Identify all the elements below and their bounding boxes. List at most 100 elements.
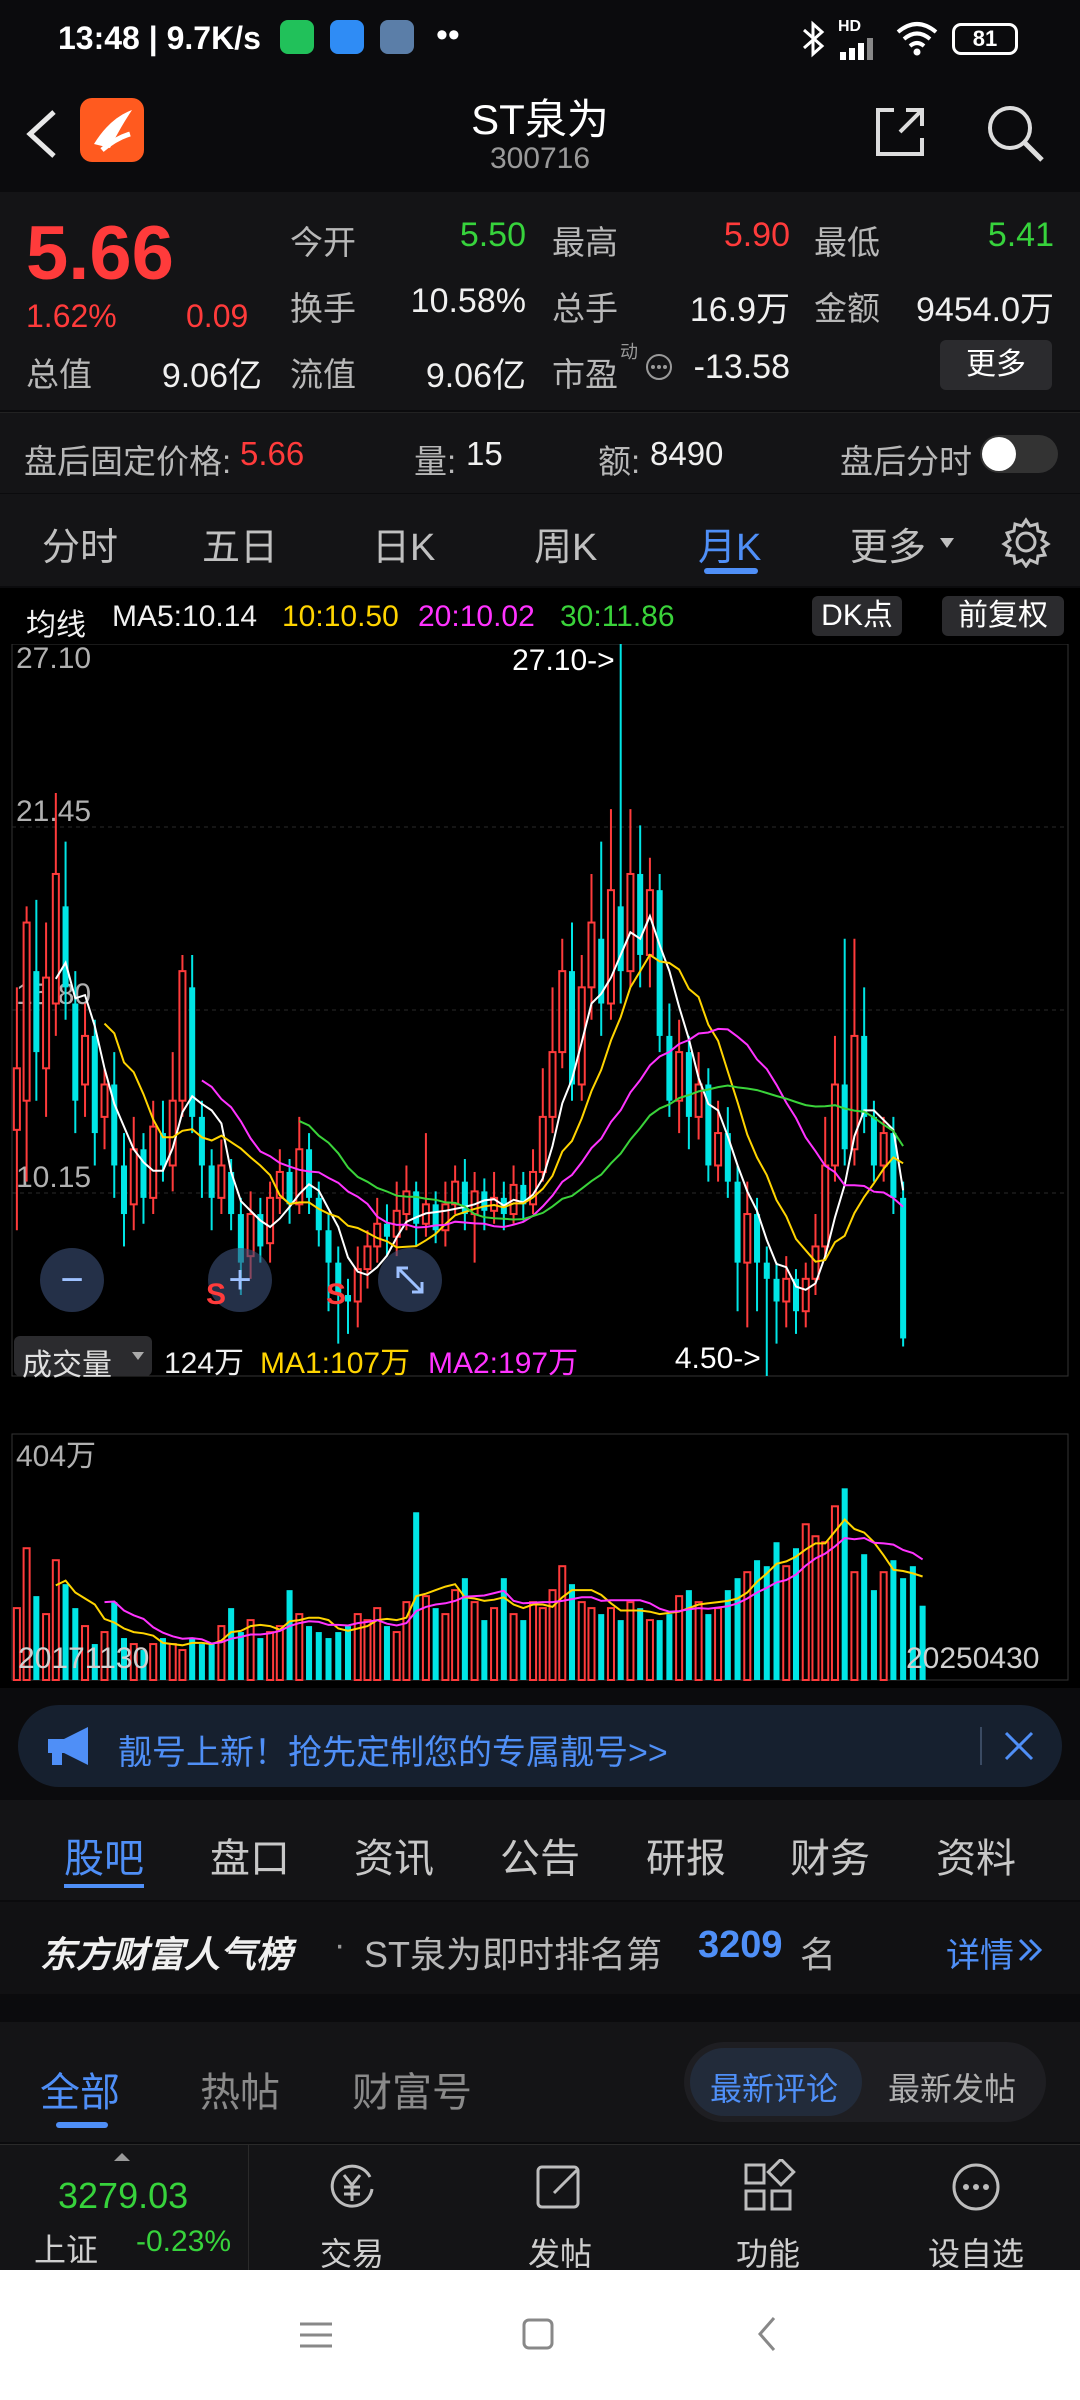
- fixed-price-label: 盘后固定价格:: [24, 443, 232, 480]
- chat-app-icon: [330, 20, 364, 54]
- ah-amount-value: 8490: [650, 435, 724, 472]
- share-icon[interactable]: [870, 102, 930, 162]
- sort-latest-post[interactable]: 最新发帖: [888, 2064, 1016, 2110]
- trade-button[interactable]: 交易: [272, 2145, 432, 2272]
- candle-body-down: [208, 1165, 215, 1198]
- candle-body-up: [178, 970, 187, 1102]
- candle-body-down: [666, 1035, 673, 1101]
- home-icon[interactable]: [520, 2316, 556, 2352]
- tab-guba[interactable]: 股吧: [64, 1826, 144, 1884]
- candle-body-down: [900, 1197, 907, 1339]
- volume-bar-down: [841, 1488, 848, 1680]
- rank-suffix: 名: [800, 1934, 837, 1975]
- tab-news[interactable]: 资讯: [354, 1826, 434, 1884]
- high-value: 5.90: [723, 216, 790, 254]
- nav-back-icon[interactable]: [752, 2314, 782, 2354]
- volume-bar-down: [286, 1590, 293, 1680]
- tab-intraday[interactable]: 分时: [42, 516, 118, 571]
- post-button[interactable]: 发帖: [480, 2145, 640, 2272]
- adjust-button[interactable]: 前复权: [942, 596, 1064, 636]
- volume-bar-down: [861, 1554, 868, 1680]
- volume-ma1: MA1:107万: [260, 1347, 411, 1380]
- close-icon[interactable]: [1002, 1729, 1036, 1763]
- volume-bar-up: [217, 1625, 226, 1682]
- status-bar: 13:48 | 9.7K/s •• HD 81: [0, 0, 1080, 80]
- index-widget[interactable]: 3279.03 上证 -0.23%: [0, 2145, 249, 2271]
- candle-body-up: [606, 889, 615, 1005]
- gear-icon[interactable]: [1000, 516, 1052, 568]
- after-hours-bar: 盘后固定价格: 5.66 量: 15 额: 8490 盘后分时: [0, 412, 1080, 493]
- search-icon[interactable]: [982, 100, 1048, 166]
- volume-bar-up: [441, 1613, 450, 1681]
- tab-daily-k[interactable]: 日K: [372, 516, 435, 571]
- rank-detail-link[interactable]: 详情: [946, 1928, 1014, 1977]
- rank-dot: ·: [334, 1926, 346, 1964]
- caret-up-icon: [114, 2153, 130, 2161]
- functions-button[interactable]: 功能: [688, 2145, 848, 2272]
- rank-brand: 东方财富人气榜: [40, 1934, 293, 1975]
- open-value: 5.50: [459, 216, 526, 254]
- fullscreen-button[interactable]: [378, 1248, 442, 1312]
- volume-bar-down: [666, 1614, 673, 1680]
- promo-banner[interactable]: 靓号上新！抢先定制您的专属靓号>>: [18, 1705, 1062, 1787]
- candle-body-down: [656, 890, 663, 1036]
- wechat-icon: [280, 20, 314, 54]
- ma30-value: 30:11.86: [560, 600, 675, 633]
- stock-header: ST泉为 300716: [0, 80, 1080, 190]
- volume-bar-down: [754, 1560, 761, 1680]
- ah-amount-label: 额:: [598, 443, 641, 480]
- tab-monthly-k[interactable]: 月K: [698, 516, 761, 571]
- volume-max-label: 404万: [16, 1440, 96, 1473]
- volume-bar-up: [275, 1625, 284, 1682]
- filter-all[interactable]: 全部: [40, 2060, 120, 2118]
- volume-dropdown-label: 成交量: [22, 1349, 112, 1382]
- x-start-label: 20171130: [18, 1642, 150, 1675]
- filter-hot[interactable]: 热帖: [200, 2060, 280, 2118]
- banner-divider: [980, 1727, 982, 1765]
- tab-more[interactable]: 更多: [850, 516, 926, 571]
- sort-latest-comment-label: 最新评论: [710, 2071, 839, 2107]
- candle-body-down: [62, 906, 69, 988]
- double-chevron-right-icon: [1018, 1938, 1043, 1962]
- sort-latest-comment[interactable]: 最新评论: [690, 2048, 862, 2116]
- chevron-down-icon: [940, 538, 954, 548]
- tab-profile[interactable]: 资料: [936, 1826, 1016, 1884]
- filter-caifuhao[interactable]: 财富号: [352, 2060, 472, 2118]
- tab-announcements[interactable]: 公告: [500, 1826, 580, 1884]
- tab-finance[interactable]: 财务: [790, 1826, 870, 1884]
- volume-bar-up: [694, 1601, 703, 1682]
- tab-research[interactable]: 研报: [646, 1826, 726, 1884]
- settings-app-icon: [380, 20, 414, 54]
- candle-body-up: [12, 1067, 21, 1131]
- kline-svg[interactable]: 27.1021.4515.8010.154.5027.10->4.50->404…: [0, 644, 1080, 1688]
- volume-bar-up: [451, 1589, 460, 1681]
- dk-point-button[interactable]: DK点: [812, 596, 902, 636]
- candle-body-up: [81, 1034, 90, 1086]
- yen-circle-icon: [330, 2164, 374, 2208]
- post-label: 发帖: [527, 2236, 592, 2272]
- volume-bar-down: [705, 1614, 712, 1680]
- volume-dropdown[interactable]: 成交量: [14, 1336, 152, 1382]
- turnover-label: 换手: [290, 290, 356, 327]
- x-end-label: 20250430: [906, 1642, 1040, 1675]
- tab-weekly-k[interactable]: 周K: [534, 516, 597, 571]
- info-dots-icon[interactable]: [644, 352, 674, 382]
- timeshare-toggle[interactable]: [980, 435, 1058, 473]
- more-button[interactable]: 更多: [940, 340, 1052, 390]
- popularity-rank-bar[interactable]: 东方财富人气榜 · ST泉为即时排名第 3209 名 详情: [0, 1902, 1080, 1994]
- open-label: 今开: [290, 224, 356, 261]
- megaphone-icon: [48, 1727, 88, 1765]
- candle-body-up: [100, 1083, 109, 1118]
- volume-bar-down: [228, 1608, 235, 1680]
- tab-five-day[interactable]: 五日: [202, 516, 278, 571]
- zoom-out-button[interactable]: −: [40, 1248, 104, 1312]
- candle-body-up: [538, 1115, 547, 1173]
- tab-pankou[interactable]: 盘口: [210, 1826, 290, 1884]
- change-amount: 0.09: [186, 298, 249, 334]
- candle-body-up: [548, 1051, 557, 1118]
- ma-line-ma30: [298, 1084, 904, 1221]
- menu-icon[interactable]: [296, 2318, 336, 2352]
- candle-body-down: [754, 1214, 761, 1263]
- add-watchlist-button[interactable]: 设自选: [896, 2145, 1056, 2272]
- candle-body-up: [714, 1132, 723, 1167]
